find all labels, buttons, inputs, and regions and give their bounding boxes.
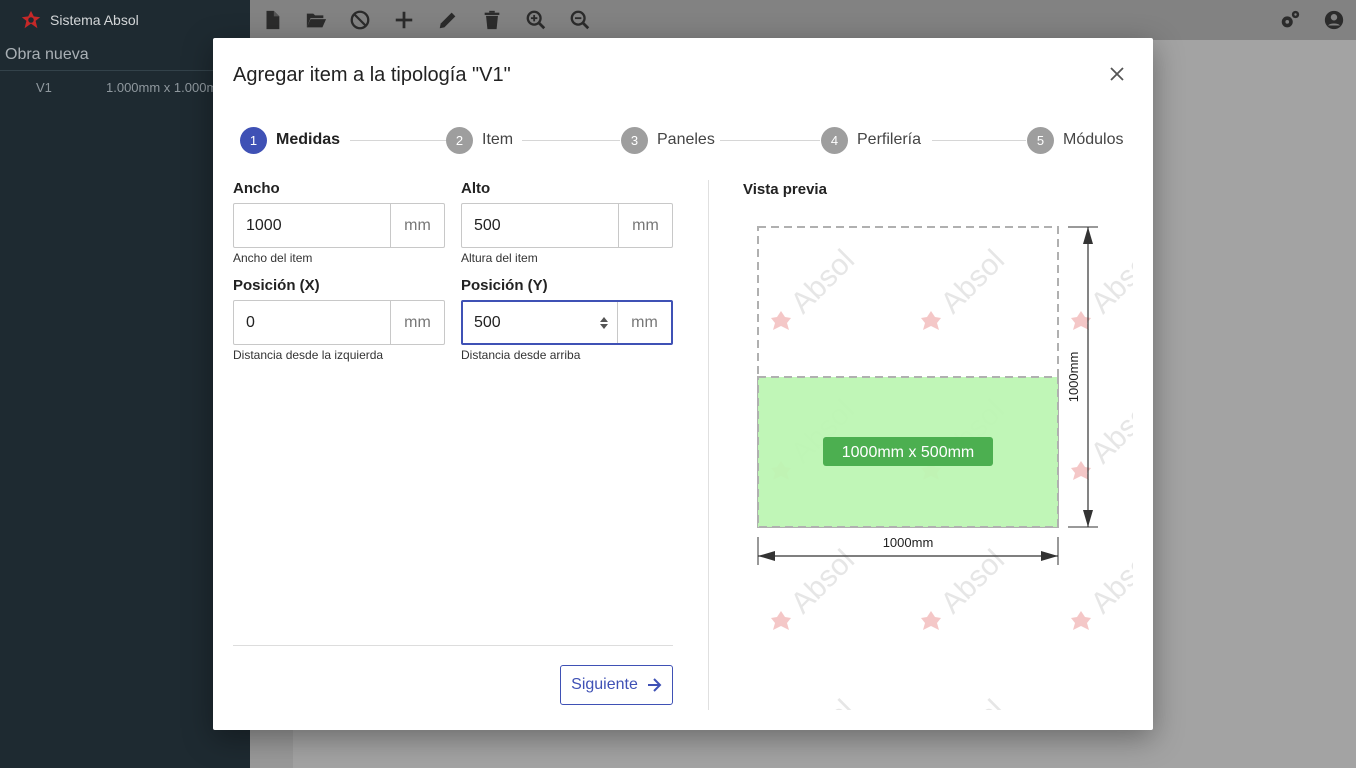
- item-size-label: 1000mm x 500mm: [842, 444, 975, 461]
- new-file-icon: [266, 10, 280, 30]
- ancho-input[interactable]: [234, 204, 390, 247]
- zoom-out-button[interactable]: [558, 0, 602, 40]
- add-button[interactable]: [382, 0, 426, 40]
- step-medidas[interactable]: 1 Medidas: [240, 126, 340, 154]
- alto-help: Altura del item: [461, 251, 538, 265]
- pos-y-label: Posición (Y): [461, 277, 548, 294]
- account-icon: [1324, 10, 1344, 30]
- open-folder-icon: [306, 13, 327, 28]
- step-perfileria[interactable]: 4 Perfilería: [821, 126, 921, 154]
- pos-y-help: Distancia desde arriba: [461, 348, 581, 362]
- toolbar: [250, 0, 1356, 40]
- zoom-in-button[interactable]: [514, 0, 558, 40]
- step-number: 3: [621, 126, 648, 154]
- width-dimension-label: 1000mm: [883, 535, 934, 550]
- step-label: Paneles: [657, 131, 715, 148]
- step-label: Medidas: [276, 131, 341, 148]
- zoom-in-icon: [526, 10, 546, 30]
- ancho-input-group: mm: [233, 203, 445, 248]
- column-divider: [708, 180, 709, 710]
- pos-y-input-group: mm: [461, 300, 673, 345]
- preview-title: Vista previa: [743, 181, 827, 198]
- preview-canvas: Absol 1000mm x 500mm 1000mm 1000mm: [743, 210, 1133, 710]
- zoom-out-icon: [570, 10, 590, 30]
- step-connector: [720, 140, 820, 141]
- step-label: Perfilería: [857, 131, 922, 148]
- step-number: 1: [240, 126, 267, 154]
- edit-button[interactable]: [426, 0, 470, 40]
- plus-icon: [395, 11, 413, 29]
- pos-x-field: Posición (X) mm Distancia desde la izqui…: [233, 277, 445, 362]
- alto-input-group: mm: [461, 203, 673, 248]
- pencil-icon: [439, 12, 456, 29]
- settings-button[interactable]: [1268, 0, 1312, 40]
- pos-x-input[interactable]: [234, 301, 390, 344]
- open-folder-button[interactable]: [294, 0, 338, 40]
- pos-y-spinner[interactable]: [591, 302, 617, 343]
- settings-icon: [1281, 10, 1300, 28]
- tree-item-name: V1: [36, 80, 52, 95]
- alto-unit: mm: [618, 204, 672, 247]
- absol-logo-icon: [21, 10, 41, 29]
- step-modulos[interactable]: 5 Módulos: [1027, 126, 1123, 154]
- tree-item-size: 1.000mm x 1.000mm: [106, 80, 229, 95]
- step-item[interactable]: 2 Item: [446, 126, 513, 154]
- account-button[interactable]: [1312, 0, 1356, 40]
- step-paneles[interactable]: 3 Paneles: [621, 126, 715, 154]
- ancho-unit: mm: [390, 204, 444, 247]
- pos-y-field: Posición (Y) mm Distancia desde arriba: [461, 277, 673, 362]
- ancho-label: Ancho: [233, 180, 280, 197]
- add-item-dialog: Agregar item a la tipología "V1" 1 Medid…: [213, 38, 1153, 730]
- delete-button[interactable]: [470, 0, 514, 40]
- step-number: 2: [446, 126, 473, 154]
- new-file-button[interactable]: [250, 0, 294, 40]
- close-button[interactable]: [1105, 62, 1129, 86]
- pos-x-label: Posición (X): [233, 277, 320, 294]
- alto-label: Alto: [461, 180, 491, 197]
- stepper: 1 Medidas 2 Item 3 Paneles 4 Perfilería …: [240, 126, 1126, 154]
- pos-x-help: Distancia desde la izquierda: [233, 348, 384, 362]
- block-button[interactable]: [338, 0, 382, 40]
- ancho-help: Ancho del item: [233, 251, 313, 265]
- alto-input[interactable]: [462, 204, 618, 247]
- step-connector: [350, 140, 446, 141]
- app-header: Sistema Absol: [0, 0, 250, 40]
- pos-y-unit: mm: [617, 302, 671, 343]
- alto-field: Alto mm Altura del item: [461, 180, 673, 265]
- form-separator: [233, 645, 673, 646]
- step-number: 4: [821, 126, 848, 154]
- pos-x-unit: mm: [390, 301, 444, 344]
- step-connector: [932, 140, 1026, 141]
- dialog-title: Agregar item a la tipología "V1": [233, 64, 511, 86]
- spinner-arrows-icon: [600, 316, 608, 329]
- block-icon: [350, 10, 370, 30]
- next-button[interactable]: Siguiente: [560, 665, 673, 705]
- height-dimension-label: 1000mm: [1066, 352, 1081, 403]
- close-icon: [1110, 67, 1124, 81]
- pos-x-input-group: mm: [233, 300, 445, 345]
- step-number: 5: [1027, 126, 1054, 154]
- pos-y-input[interactable]: [463, 302, 591, 343]
- app-title: Sistema Absol: [50, 12, 139, 28]
- step-label: Módulos: [1063, 131, 1124, 148]
- arrow-right-icon: [647, 678, 662, 692]
- trash-icon: [484, 10, 500, 30]
- ancho-field: Ancho mm Ancho del item: [233, 180, 445, 265]
- preview-drawing: Absol 1000mm x 500mm 1000mm 1000mm: [743, 210, 1133, 710]
- next-button-label: Siguiente: [571, 676, 638, 693]
- step-connector: [522, 140, 620, 141]
- project-name[interactable]: Obra nueva: [5, 46, 89, 64]
- step-label: Item: [482, 131, 514, 148]
